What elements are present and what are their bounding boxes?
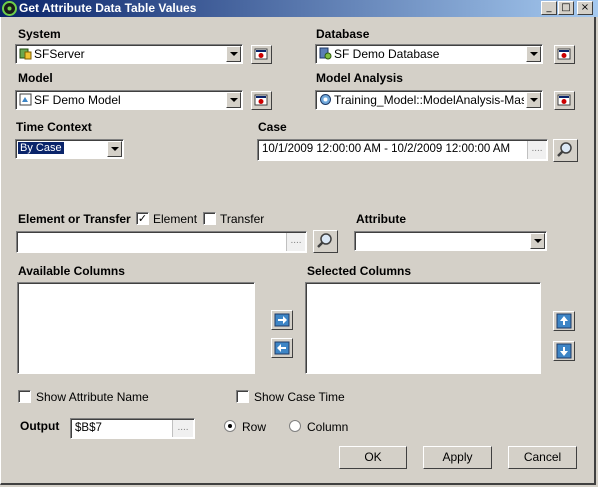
output-ellipsis-button[interactable]: .... xyxy=(172,420,193,437)
element-search-button[interactable] xyxy=(313,230,338,253)
case-value: 10/1/2009 12:00:00 AM - 10/2/2009 12:00:… xyxy=(262,143,511,155)
selected-columns-label: Selected Columns xyxy=(307,264,412,278)
database-value: SF Demo Database xyxy=(334,47,440,61)
system-value: SFServer xyxy=(34,47,85,61)
selected-columns-list[interactable] xyxy=(305,282,541,374)
remove-column-button[interactable] xyxy=(271,338,293,358)
properties-icon xyxy=(557,94,571,106)
cancel-button[interactable]: Cancel xyxy=(508,446,577,469)
case-label: Case xyxy=(258,120,287,134)
model-analysis-combo[interactable]: Training_Model::ModelAnalysis-Mass xyxy=(315,90,543,110)
ok-button[interactable]: OK xyxy=(339,446,407,469)
chevron-down-icon[interactable] xyxy=(226,92,241,108)
server-icon xyxy=(19,48,32,60)
element-or-transfer-label: Element or Transfer xyxy=(18,212,131,226)
close-button[interactable]: × xyxy=(577,1,593,15)
database-browse-button[interactable] xyxy=(554,45,575,64)
window-title: Get Attribute Data Table Values xyxy=(19,1,197,15)
row-radio[interactable] xyxy=(224,420,236,432)
arrow-up-icon xyxy=(556,313,572,329)
properties-icon xyxy=(254,48,268,60)
system-combo[interactable]: SFServer xyxy=(15,44,243,64)
move-up-button[interactable] xyxy=(553,311,575,331)
show-case-time-checkbox[interactable] xyxy=(236,390,249,403)
model-value: SF Demo Model xyxy=(34,93,121,107)
model-combo[interactable]: SF Demo Model xyxy=(15,90,243,110)
attribute-combo[interactable] xyxy=(354,231,547,251)
properties-icon xyxy=(557,48,571,60)
case-ellipsis-button[interactable]: .... xyxy=(527,141,546,159)
column-radio-label: Column xyxy=(307,420,349,434)
show-case-time-label: Show Case Time xyxy=(254,390,345,404)
available-columns-list[interactable] xyxy=(17,282,255,374)
element-field[interactable]: .... xyxy=(16,231,307,253)
apply-button[interactable]: Apply xyxy=(423,446,492,469)
element-ellipsis-button[interactable]: .... xyxy=(286,233,305,251)
arrow-left-icon xyxy=(274,341,290,355)
show-attribute-name-label: Show Attribute Name xyxy=(36,390,149,404)
show-attribute-name-checkbox[interactable] xyxy=(18,390,31,403)
time-context-combo[interactable]: By Case xyxy=(15,139,124,159)
time-context-label: Time Context xyxy=(16,120,92,134)
model-label: Model xyxy=(18,71,53,85)
transfer-checkbox-label: Transfer xyxy=(220,212,265,226)
minimize-button[interactable]: _ xyxy=(541,1,557,15)
check-icon: ✓ xyxy=(137,212,148,225)
properties-icon xyxy=(254,94,268,106)
magnifier-icon xyxy=(317,233,332,248)
arrow-down-icon xyxy=(556,343,572,359)
database-combo[interactable]: SF Demo Database xyxy=(315,44,543,64)
model-icon xyxy=(19,93,32,106)
output-value: $B$7 xyxy=(75,422,102,434)
app-icon xyxy=(2,1,17,16)
time-context-value: By Case xyxy=(18,142,64,154)
magnifier-icon xyxy=(557,142,572,157)
arrow-right-icon xyxy=(274,313,290,327)
chevron-down-icon[interactable] xyxy=(526,46,541,62)
chevron-down-icon[interactable] xyxy=(530,233,545,249)
case-field[interactable]: 10/1/2009 12:00:00 AM - 10/2/2009 12:00:… xyxy=(257,139,548,161)
system-label: System xyxy=(18,27,61,41)
output-label: Output xyxy=(20,419,60,433)
column-radio[interactable] xyxy=(289,420,301,432)
move-down-button[interactable] xyxy=(553,341,575,361)
maximize-button[interactable]: □ xyxy=(558,1,574,15)
model-analysis-value: Training_Model::ModelAnalysis-Mass xyxy=(334,93,524,107)
system-browse-button[interactable] xyxy=(251,45,272,64)
attribute-label: Attribute xyxy=(356,212,406,226)
chevron-down-icon[interactable] xyxy=(526,92,541,108)
element-checkbox-label: Element xyxy=(153,212,198,226)
case-search-button[interactable] xyxy=(553,139,578,162)
available-columns-label: Available Columns xyxy=(18,264,125,278)
model-browse-button[interactable] xyxy=(251,91,272,110)
database-label: Database xyxy=(316,27,370,41)
add-column-button[interactable] xyxy=(271,310,293,330)
row-radio-label: Row xyxy=(242,420,267,434)
output-field[interactable]: $B$7 .... xyxy=(70,418,195,439)
chevron-down-icon[interactable] xyxy=(107,141,122,157)
database-icon xyxy=(319,47,332,60)
model-analysis-label: Model Analysis xyxy=(316,71,403,85)
chevron-down-icon[interactable] xyxy=(226,46,241,62)
element-checkbox[interactable]: ✓ xyxy=(136,212,149,225)
model-analysis-browse-button[interactable] xyxy=(554,91,575,110)
analysis-icon xyxy=(320,94,331,105)
transfer-checkbox[interactable] xyxy=(203,212,216,225)
